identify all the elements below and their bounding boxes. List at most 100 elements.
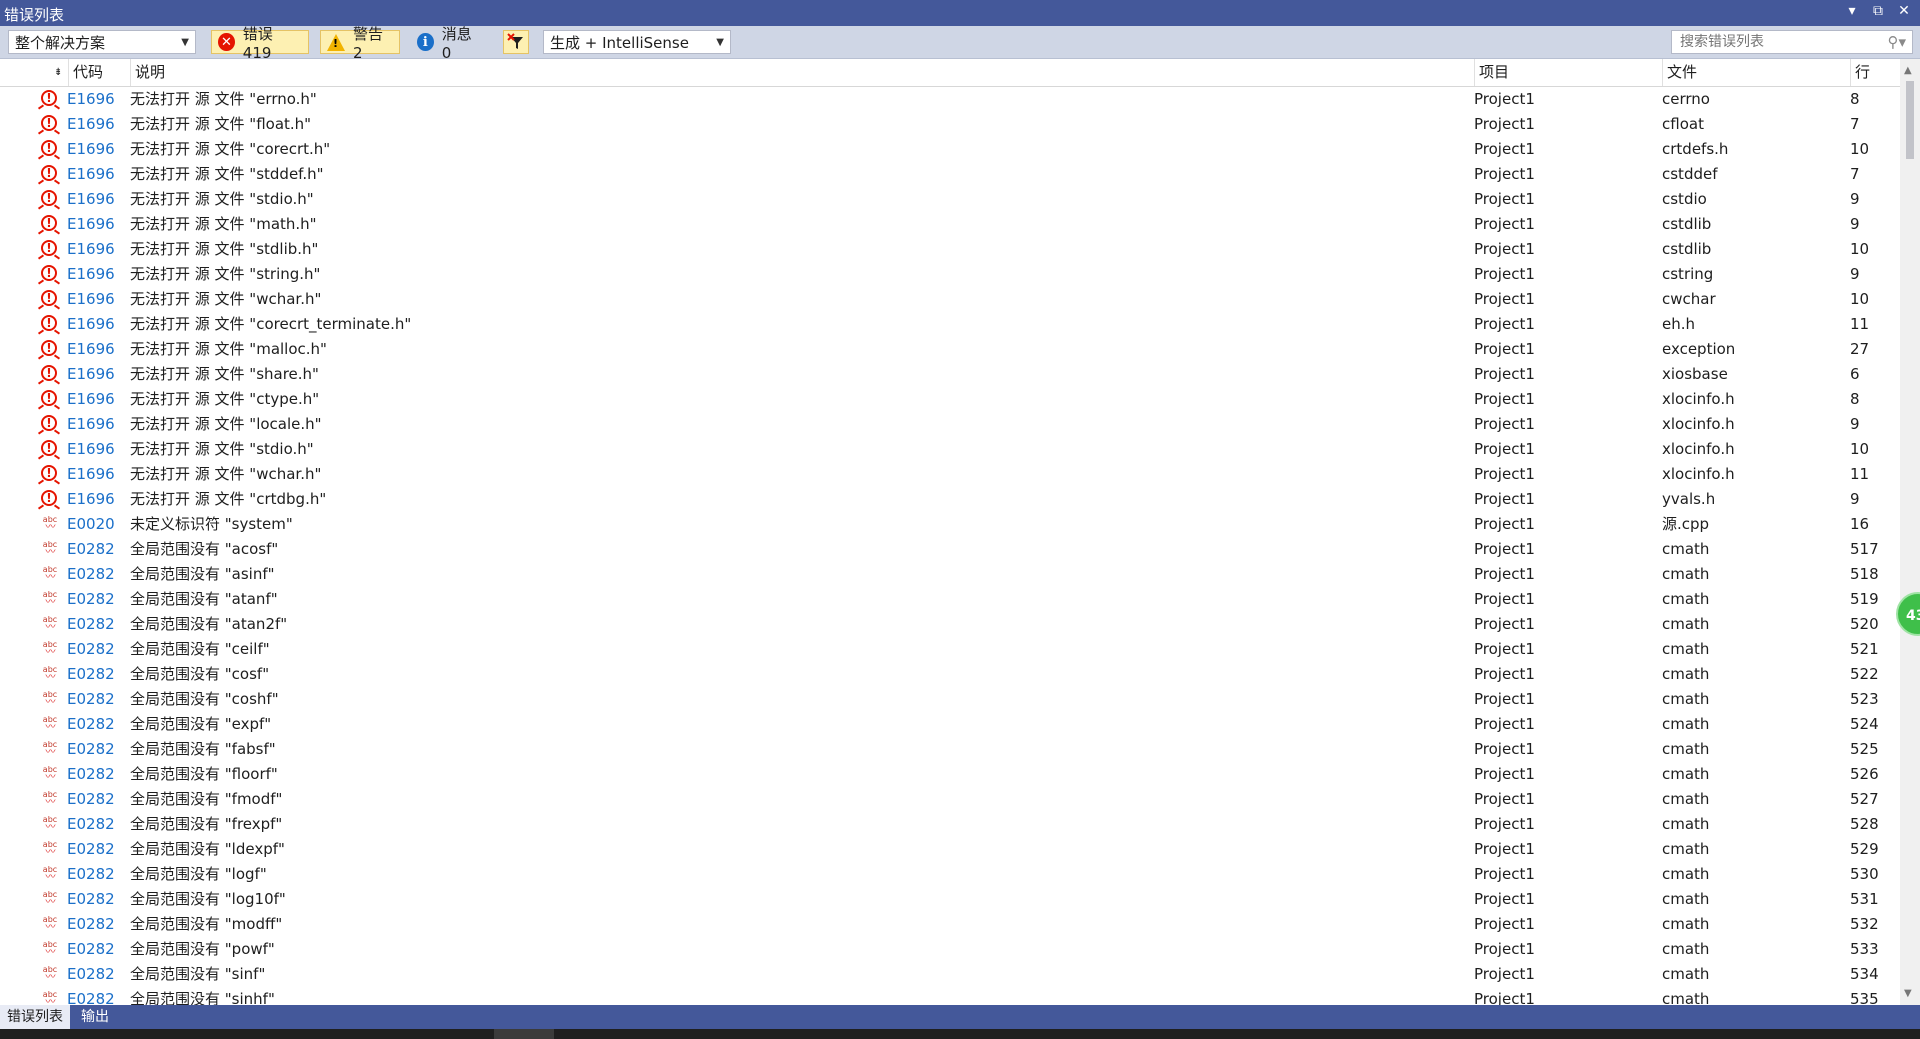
sort-icon[interactable]: ⇟: [50, 59, 68, 86]
error-code[interactable]: E1696: [67, 137, 115, 162]
error-code[interactable]: E0282: [67, 762, 115, 787]
error-code[interactable]: E0282: [67, 587, 115, 612]
error-code[interactable]: E1696: [67, 112, 115, 137]
table-row[interactable]: abc 〰 E0282 全局范围没有 "floorf" Project1 cmath 526: [0, 762, 1900, 787]
table-row[interactable]: ! E1696 无法打开 源 文件 "errno.h" Project1 cerrno 8: [0, 87, 1900, 112]
scrollbar-thumb[interactable]: [1906, 81, 1914, 159]
error-code[interactable]: E0282: [67, 737, 115, 762]
search-input[interactable]: [1678, 33, 1882, 51]
vertical-scrollbar[interactable]: ▲ ▼: [1900, 59, 1920, 1005]
error-project: Project1: [1474, 515, 1535, 533]
scope-dropdown[interactable]: 整个解决方案 ▼: [8, 30, 196, 54]
table-row[interactable]: abc 〰 E0282 全局范围没有 "frexpf" Project1 cmath 528: [0, 812, 1900, 837]
error-code[interactable]: E0282: [67, 812, 115, 837]
table-row[interactable]: abc 〰 E0282 全局范围没有 "powf" Project1 cmath 533: [0, 937, 1900, 962]
error-code[interactable]: E1696: [67, 387, 115, 412]
error-code[interactable]: E1696: [67, 337, 115, 362]
error-code[interactable]: E1696: [67, 312, 115, 337]
dropdown-icon[interactable]: ▾: [1844, 3, 1860, 19]
table-row[interactable]: ! E1696 无法打开 源 文件 "malloc.h" Project1 except…: [0, 337, 1900, 362]
error-code[interactable]: E1696: [67, 487, 115, 512]
column-code[interactable]: 代码: [68, 59, 130, 86]
table-row[interactable]: abc 〰 E0020 未定义标识符 "system" Project1 源.cpp 16: [0, 512, 1900, 537]
table-row[interactable]: ! E1696 无法打开 源 文件 "string.h" Project1 cstrin…: [0, 262, 1900, 287]
search-icon[interactable]: ⚲▾: [1887, 33, 1906, 51]
tab-error-list[interactable]: 错误列表: [0, 1005, 70, 1029]
error-code[interactable]: E1696: [67, 162, 115, 187]
column-line[interactable]: 行: [1850, 59, 1900, 86]
table-row[interactable]: abc 〰 E0282 全局范围没有 "sinhf" Project1 cmath 535: [0, 987, 1900, 1005]
table-row[interactable]: abc 〰 E0282 全局范围没有 "ldexpf" Project1 cmath 529: [0, 837, 1900, 862]
table-row[interactable]: ! E1696 无法打开 源 文件 "wchar.h" Project1 cwchar 1…: [0, 287, 1900, 312]
table-row[interactable]: ! E1696 无法打开 源 文件 "corecrt_terminate.h" Pro…: [0, 312, 1900, 337]
column-file[interactable]: 文件: [1662, 59, 1850, 86]
table-row[interactable]: ! E1696 无法打开 源 文件 "stdio.h" Project1 xlocinf…: [0, 437, 1900, 462]
tab-output[interactable]: 输出: [74, 1005, 116, 1029]
error-code[interactable]: E0282: [67, 537, 115, 562]
table-row[interactable]: ! E1696 无法打开 源 文件 "locale.h" Project1 xlocin…: [0, 412, 1900, 437]
search-box[interactable]: ⚲▾: [1671, 30, 1913, 54]
table-row[interactable]: ! E1696 无法打开 源 文件 "float.h" Project1 cfloat 7: [0, 112, 1900, 137]
error-code[interactable]: E0282: [67, 912, 115, 937]
table-row[interactable]: ! E1696 无法打开 源 文件 "share.h" Project1 xiosbas…: [0, 362, 1900, 387]
error-code[interactable]: E1696: [67, 262, 115, 287]
table-row[interactable]: ! E1696 无法打开 源 文件 "math.h" Project1 cstdlib 9: [0, 212, 1900, 237]
error-code[interactable]: E0282: [67, 787, 115, 812]
error-code[interactable]: E0282: [67, 712, 115, 737]
table-row[interactable]: ! E1696 无法打开 源 文件 "stdio.h" Project1 cstdio 9: [0, 187, 1900, 212]
error-code[interactable]: E1696: [67, 362, 115, 387]
error-code[interactable]: E1696: [67, 212, 115, 237]
source-dropdown[interactable]: 生成 + IntelliSense ▼: [543, 30, 731, 54]
error-code[interactable]: E0282: [67, 637, 115, 662]
error-code[interactable]: E1696: [67, 462, 115, 487]
error-code[interactable]: E1696: [67, 87, 115, 112]
table-row[interactable]: abc 〰 E0282 全局范围没有 "expf" Project1 cmath 524: [0, 712, 1900, 737]
table-row[interactable]: ! E1696 无法打开 源 文件 "ctype.h" Project1 xlocinf…: [0, 387, 1900, 412]
error-code[interactable]: E0282: [67, 862, 115, 887]
error-code[interactable]: E0282: [67, 662, 115, 687]
scroll-down-icon[interactable]: ▼: [1904, 988, 1912, 999]
scroll-up-icon[interactable]: ▲: [1904, 65, 1912, 76]
table-row[interactable]: ! E1696 无法打开 源 文件 "wchar.h" Project1 xlocinf…: [0, 462, 1900, 487]
error-code[interactable]: E0282: [67, 987, 115, 1005]
error-code[interactable]: E0282: [67, 937, 115, 962]
error-code[interactable]: E0282: [67, 962, 115, 987]
table-row[interactable]: ! E1696 无法打开 源 文件 "stdlib.h" Project1 cstdli…: [0, 237, 1900, 262]
warnings-filter-button[interactable]: ! 警告 2: [320, 25, 400, 62]
error-code[interactable]: E1696: [67, 437, 115, 462]
error-code[interactable]: E0282: [67, 887, 115, 912]
error-code[interactable]: E0282: [67, 562, 115, 587]
table-row[interactable]: abc 〰 E0282 全局范围没有 "fmodf" Project1 cmath 527: [0, 787, 1900, 812]
error-code[interactable]: E0282: [67, 612, 115, 637]
error-code[interactable]: E1696: [67, 412, 115, 437]
table-row[interactable]: abc 〰 E0282 全局范围没有 "cosf" Project1 cmath 522: [0, 662, 1900, 687]
table-row[interactable]: ! E1696 无法打开 源 文件 "corecrt.h" Project1 crtde…: [0, 137, 1900, 162]
column-description[interactable]: 说明: [130, 59, 1474, 86]
column-project[interactable]: 项目: [1474, 59, 1662, 86]
table-row[interactable]: abc 〰 E0282 全局范围没有 "atan2f" Project1 cmath 520: [0, 612, 1900, 637]
error-code[interactable]: E0282: [67, 837, 115, 862]
table-row[interactable]: ! E1696 无法打开 源 文件 "crtdbg.h" Project1 yvals.…: [0, 487, 1900, 512]
table-row[interactable]: abc 〰 E0282 全局范围没有 "ceilf" Project1 cmath 521: [0, 637, 1900, 662]
table-row[interactable]: abc 〰 E0282 全局范围没有 "atanf" Project1 cmath 519: [0, 587, 1900, 612]
messages-filter-button[interactable]: i 消息 0: [410, 25, 490, 62]
table-row[interactable]: ! E1696 无法打开 源 文件 "stddef.h" Project1 cstdde…: [0, 162, 1900, 187]
close-icon[interactable]: ✕: [1896, 3, 1912, 19]
table-row[interactable]: abc 〰 E0282 全局范围没有 "logf" Project1 cmath 530: [0, 862, 1900, 887]
error-code[interactable]: E1696: [67, 287, 115, 312]
filter-clear-button[interactable]: [503, 30, 529, 54]
error-code[interactable]: E0282: [67, 687, 115, 712]
table-row[interactable]: abc 〰 E0282 全局范围没有 "modff" Project1 cmath 532: [0, 912, 1900, 937]
table-row[interactable]: abc 〰 E0282 全局范围没有 "sinf" Project1 cmath 534: [0, 962, 1900, 987]
errors-filter-button[interactable]: ✕ 错误 419: [211, 25, 309, 62]
restore-icon[interactable]: ⧉: [1870, 3, 1886, 19]
error-code[interactable]: E1696: [67, 237, 115, 262]
error-file: cmath: [1662, 815, 1710, 833]
table-row[interactable]: abc 〰 E0282 全局范围没有 "coshf" Project1 cmath 523: [0, 687, 1900, 712]
table-row[interactable]: abc 〰 E0282 全局范围没有 "acosf" Project1 cmath 517: [0, 537, 1900, 562]
table-row[interactable]: abc 〰 E0282 全局范围没有 "log10f" Project1 cmath 531: [0, 887, 1900, 912]
error-code[interactable]: E0020: [67, 512, 115, 537]
table-row[interactable]: abc 〰 E0282 全局范围没有 "fabsf" Project1 cmath 525: [0, 737, 1900, 762]
table-row[interactable]: abc 〰 E0282 全局范围没有 "asinf" Project1 cmath 518: [0, 562, 1900, 587]
error-code[interactable]: E1696: [67, 187, 115, 212]
